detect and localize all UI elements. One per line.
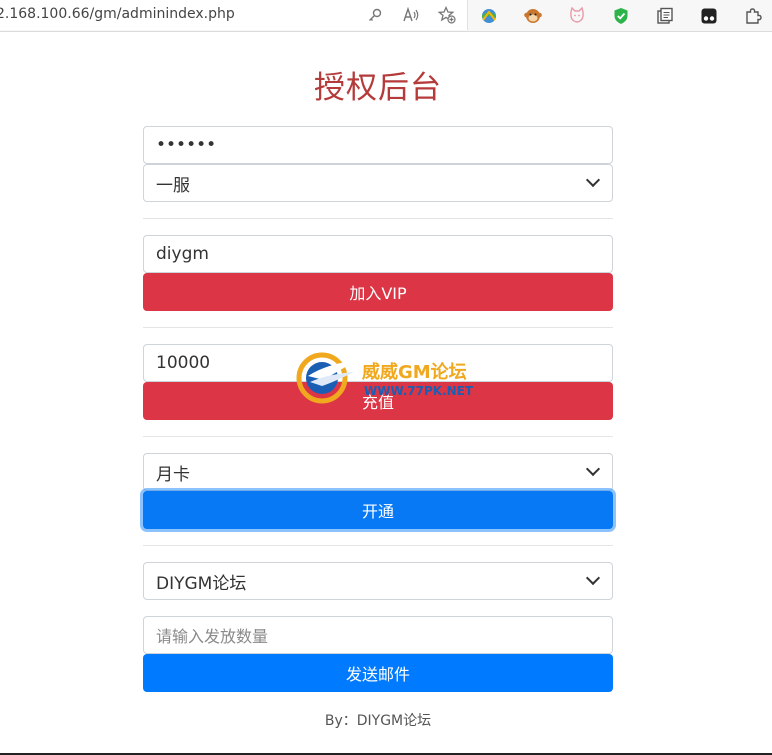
send-mail-button[interactable]: 发送邮件	[143, 654, 613, 692]
chevron-down-icon	[585, 461, 601, 477]
mail-item-value: DIYGM论坛	[156, 573, 247, 594]
mail-item-select[interactable]: DIYGM论坛	[143, 562, 613, 600]
ext-puzzle-icon[interactable]	[740, 4, 766, 28]
mail-quantity-input[interactable]: 请输入发放数量	[143, 616, 613, 654]
chevron-down-icon	[585, 172, 601, 188]
divider	[143, 218, 613, 219]
chevron-down-icon	[585, 570, 601, 586]
browser-toolbar: 2.168.100.66/gm/adminindex.php	[0, 0, 772, 32]
footer-credit: By：DIYGM论坛	[324, 713, 432, 729]
vip-account-input[interactable]: diygm	[143, 235, 613, 273]
password-input[interactable]: ••••••	[143, 126, 613, 164]
ext-monkey-icon[interactable]	[520, 4, 546, 28]
add-vip-button[interactable]: 加入VIP	[143, 273, 613, 311]
watermark-title: 威威GM论坛	[362, 362, 467, 383]
recharge-amount-value: 10000	[156, 353, 211, 373]
vip-account-value: diygm	[156, 244, 209, 264]
mail-quantity-placeholder: 请输入发放数量	[156, 627, 269, 646]
ext-cat-icon[interactable]	[564, 4, 590, 28]
ext-collections-icon[interactable]	[652, 4, 678, 28]
divider	[143, 545, 613, 546]
favorite-add-icon[interactable]	[437, 5, 457, 25]
read-aloud-icon[interactable]	[401, 5, 421, 25]
watermark-emblem-icon	[296, 352, 358, 404]
activate-card-button[interactable]: 开通	[143, 491, 613, 529]
address-bar[interactable]: 2.168.100.66/gm/adminindex.php	[0, 0, 468, 30]
server-select[interactable]: 一服	[143, 164, 613, 202]
url-text[interactable]: 2.168.100.66/gm/adminindex.php	[0, 6, 235, 22]
card-type-value: 月卡	[156, 464, 190, 485]
password-value: ••••••	[156, 135, 217, 155]
ext-tampermonkey-icon[interactable]	[696, 4, 722, 28]
ext-globe-icon[interactable]	[476, 4, 502, 28]
watermark-subtitle: WWW.77PK.NET	[364, 384, 474, 398]
key-icon[interactable]	[365, 5, 385, 25]
card-type-select[interactable]: 月卡	[143, 453, 613, 491]
watermark-logo: 威威GM论坛 WWW.77PK.NET	[296, 350, 486, 406]
divider	[143, 436, 613, 437]
server-select-value: 一服	[156, 175, 190, 196]
divider	[143, 327, 613, 328]
page-title: 授权后台	[314, 70, 442, 106]
ext-shield-icon[interactable]	[608, 4, 634, 28]
